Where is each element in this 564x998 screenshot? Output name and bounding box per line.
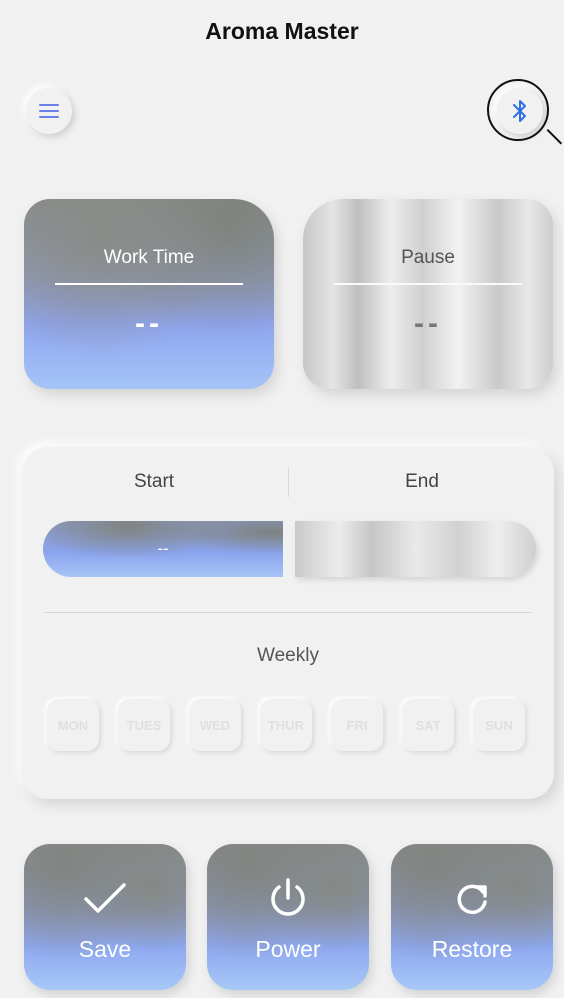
pause-card[interactable]: Pause --	[303, 199, 553, 389]
save-label: Save	[78, 936, 132, 962]
weekly-divider	[44, 612, 532, 613]
day-button-tues[interactable]: TUES	[118, 699, 170, 751]
work-time-value: --	[135, 307, 163, 340]
save-button[interactable]: Save	[24, 844, 186, 990]
day-button-thur[interactable]: THUR	[260, 699, 312, 751]
work-time-card[interactable]: Work Time --	[24, 199, 274, 389]
schedule-panel: Start End -- -- Weekly MON TUES WED THUR…	[22, 447, 554, 799]
pause-label: Pause	[401, 247, 455, 268]
work-time-label: Work Time	[103, 247, 195, 268]
power-icon	[271, 878, 305, 916]
weekly-label: Weekly	[257, 645, 319, 666]
restore-label: Restore	[431, 936, 513, 962]
pause-value: --	[414, 307, 442, 340]
day-button-fri[interactable]: FRI	[331, 699, 383, 751]
hamburger-menu-icon	[39, 104, 59, 118]
end-time-picker[interactable]: --	[295, 521, 536, 577]
end-header: End	[405, 471, 439, 492]
work-time-divider	[55, 283, 243, 285]
bluetooth-highlight-pointer	[546, 129, 563, 145]
start-time-picker[interactable]: --	[43, 521, 283, 577]
checkmark-icon	[84, 883, 126, 913]
start-header: Start	[133, 471, 175, 492]
header-divider	[288, 467, 289, 497]
day-button-sun[interactable]: SUN	[473, 699, 525, 751]
day-button-wed[interactable]: WED	[189, 699, 241, 751]
day-button-sat[interactable]: SAT	[402, 699, 454, 751]
app-title: Aroma Master	[205, 18, 359, 44]
pause-divider	[334, 283, 522, 285]
restore-icon	[457, 884, 487, 915]
bluetooth-highlight-ring	[487, 79, 549, 141]
day-button-mon[interactable]: MON	[47, 699, 99, 751]
weekday-selector: MON TUES WED THUR FRI SAT SUN	[47, 699, 537, 751]
power-button[interactable]: Power	[207, 844, 369, 990]
menu-button[interactable]	[26, 88, 72, 134]
restore-button[interactable]: Restore	[391, 844, 553, 990]
power-label: Power	[255, 936, 321, 962]
